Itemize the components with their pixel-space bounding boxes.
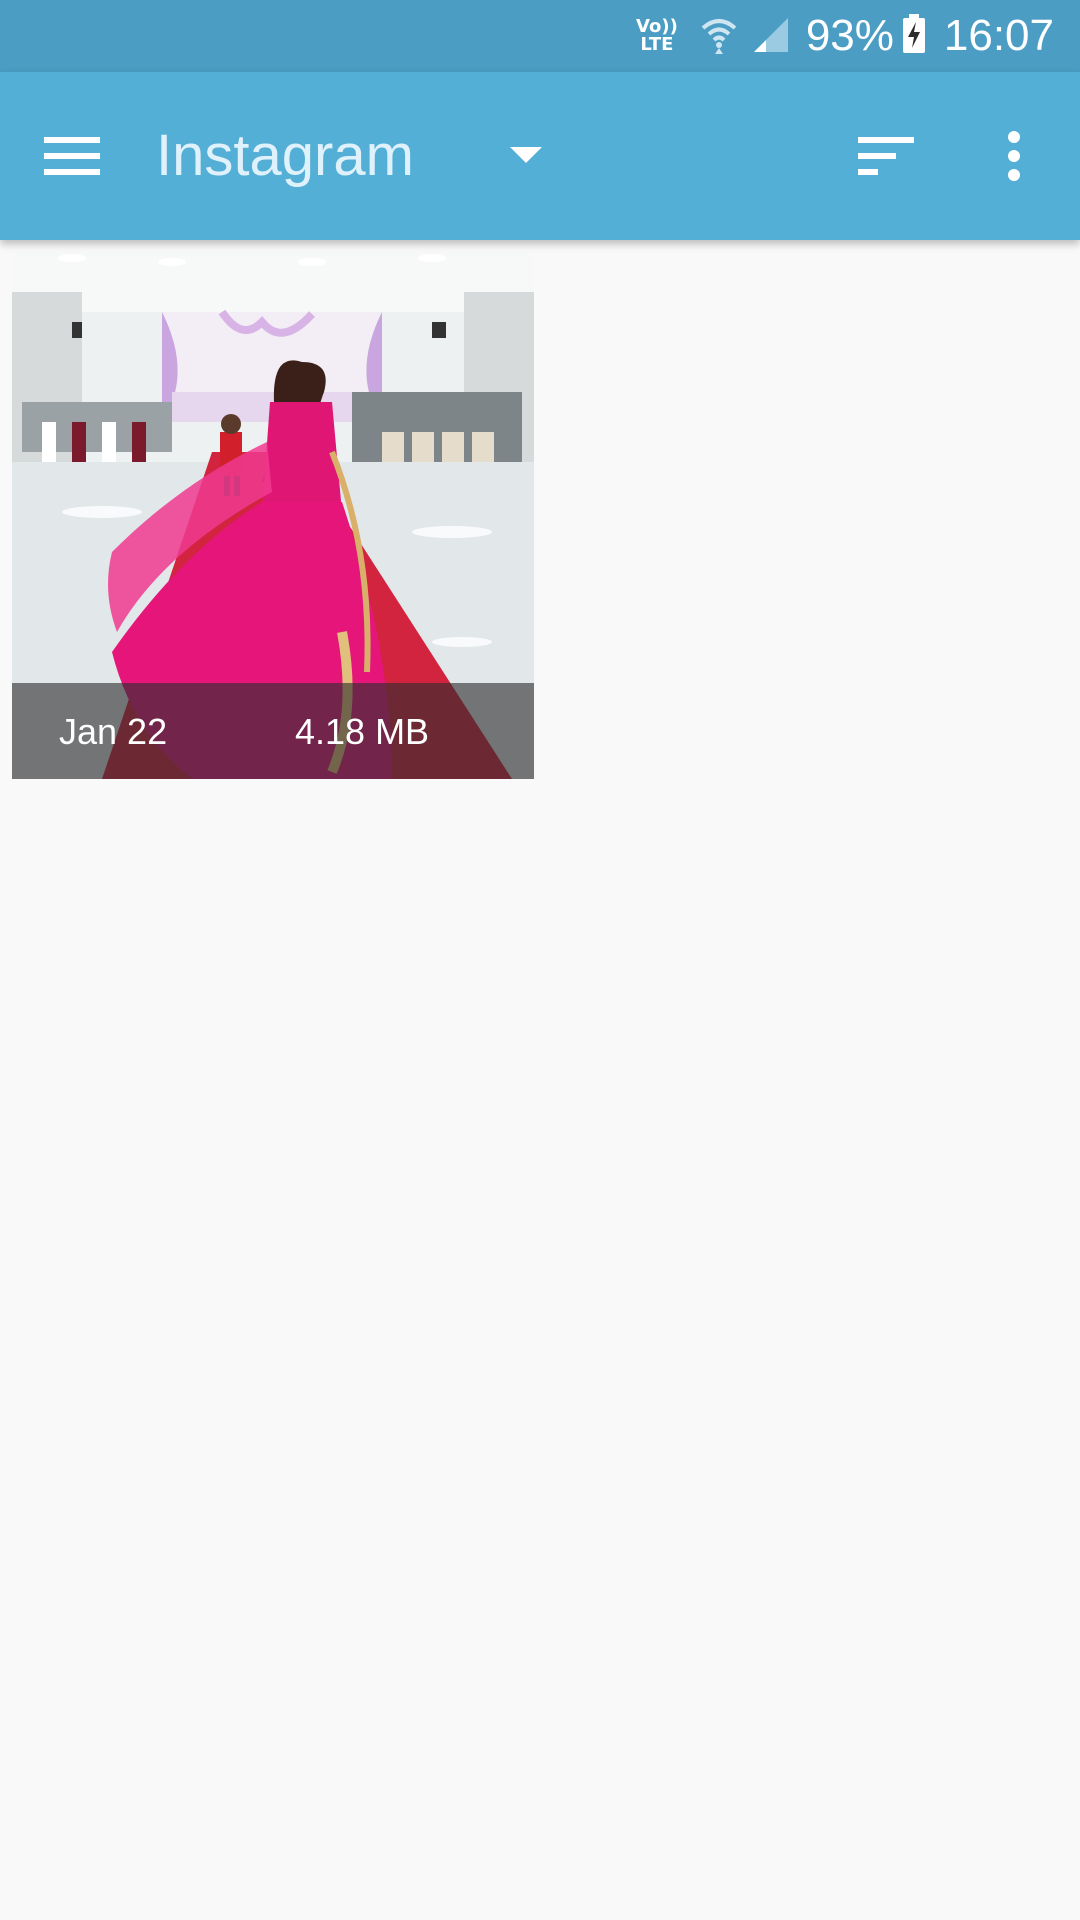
more-vertical-icon bbox=[1008, 131, 1020, 181]
app-title: Instagram bbox=[156, 123, 414, 188]
battery-charging-icon bbox=[902, 13, 926, 59]
sort-button[interactable] bbox=[846, 124, 926, 188]
media-tile[interactable]: Jan 22 4.18 MB bbox=[12, 252, 534, 779]
lte-label: LTE bbox=[640, 34, 674, 55]
volte-indicator: Vo)) LTE bbox=[636, 18, 678, 54]
sort-icon bbox=[858, 137, 914, 175]
status-icons: Vo)) LTE 93% 16:07 bbox=[636, 0, 1054, 72]
hamburger-menu-icon bbox=[44, 137, 100, 175]
signal-icon bbox=[752, 14, 790, 59]
media-tile-info: Jan 22 4.18 MB bbox=[12, 683, 534, 779]
app-bar: Instagram bbox=[0, 72, 1080, 240]
menu-button[interactable] bbox=[28, 118, 116, 194]
album-dropdown-button[interactable] bbox=[496, 124, 556, 188]
media-size: 4.18 MB bbox=[295, 711, 430, 752]
media-date: Jan 22 bbox=[59, 711, 168, 752]
more-options-button[interactable] bbox=[982, 118, 1046, 194]
caret-down-icon bbox=[510, 147, 542, 163]
media-grid: Jan 22 4.18 MB bbox=[12, 252, 534, 779]
clock: 16:07 bbox=[943, 11, 1054, 60]
status-bar: Vo)) LTE 93% 16:07 bbox=[0, 0, 1080, 72]
battery-percent: 93% bbox=[805, 11, 894, 60]
wifi-icon bbox=[700, 14, 738, 59]
